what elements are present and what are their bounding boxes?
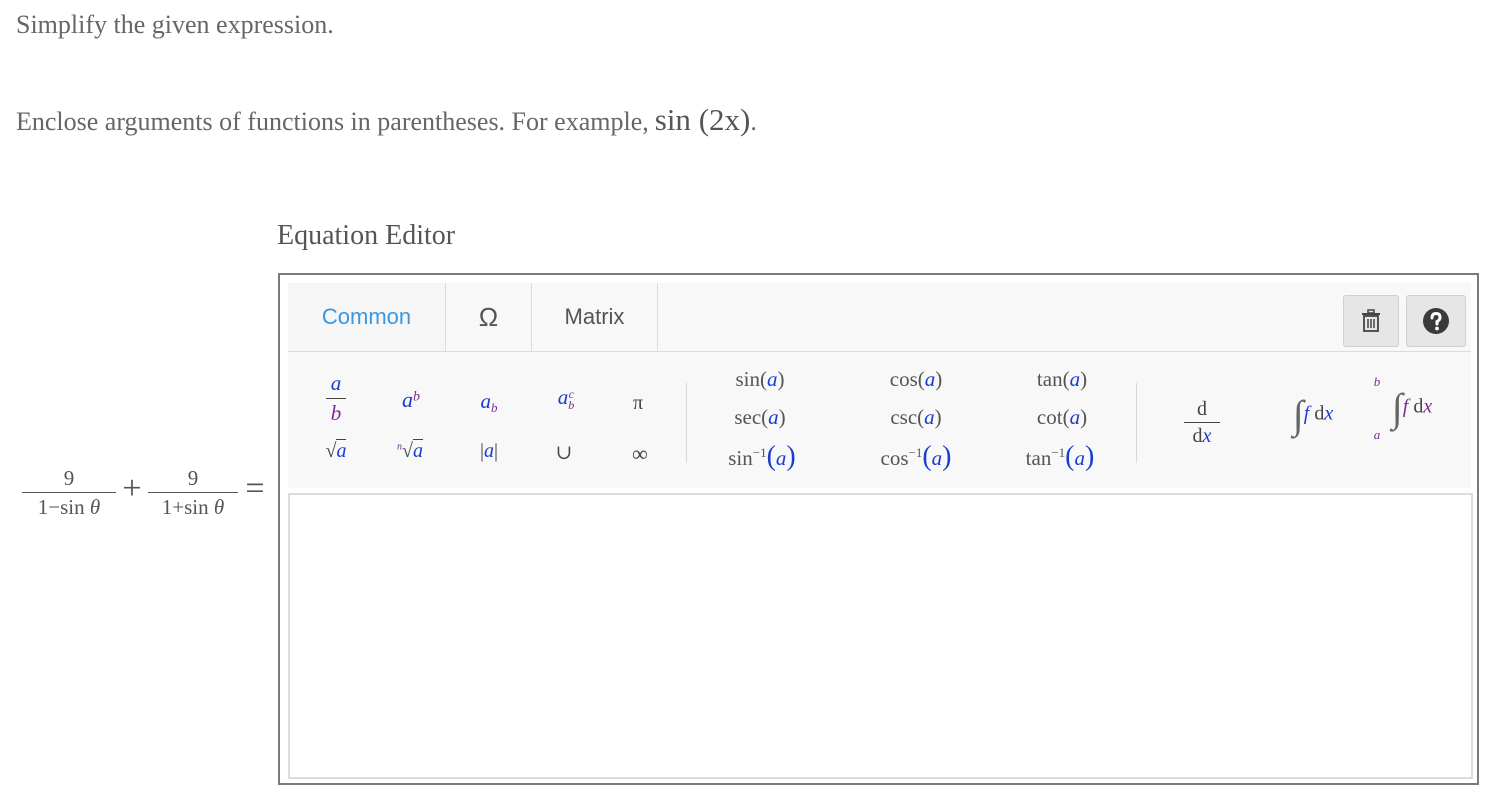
sec-button[interactable]: sec(a): [720, 407, 800, 428]
equation-editor-title: Equation Editor: [277, 220, 456, 251]
tan-button[interactable]: tan(a): [1022, 369, 1102, 390]
editor-tabs: Common Ω Matrix: [288, 283, 1471, 352]
help-icon: [1423, 308, 1449, 334]
example-math: sin (2x): [654, 102, 751, 137]
question-expression: 9 1−sin θ + 9 1+sin θ =: [22, 466, 268, 524]
pi-button[interactable]: π: [626, 393, 650, 413]
fraction-template-button[interactable]: a b: [324, 373, 348, 429]
fraction-first-numerator: 9: [63, 466, 75, 490]
toolbar-separator: [1136, 383, 1137, 463]
equation-editor-panel: Common Ω Matrix a b ab ab ac b π √a n√a …: [278, 273, 1479, 785]
tab-matrix[interactable]: Matrix: [532, 283, 658, 351]
plus-operator: +: [122, 470, 142, 507]
fraction-bar: [22, 492, 116, 493]
superscript-template-button[interactable]: ab: [394, 389, 428, 411]
fraction-second: 9 1+sin θ: [148, 466, 238, 519]
tab-greek-symbols[interactable]: Ω: [446, 283, 532, 351]
answer-input-area[interactable]: [288, 493, 1473, 779]
arctan-button[interactable]: tan−1(a): [1010, 443, 1110, 471]
arccos-button[interactable]: cos−1(a): [866, 443, 966, 471]
csc-button[interactable]: csc(a): [876, 407, 956, 428]
fraction-second-numerator: 9: [187, 466, 199, 490]
sqrt-template-button[interactable]: √a: [318, 439, 354, 462]
clear-button[interactable]: [1343, 295, 1399, 347]
union-button[interactable]: ∪: [552, 443, 576, 463]
subscript-template-button[interactable]: ab: [474, 391, 504, 415]
sin-button[interactable]: sin(a): [720, 369, 800, 390]
trash-icon: [1362, 309, 1380, 332]
arcsin-button[interactable]: sin−1(a): [712, 443, 812, 471]
absolute-value-button[interactable]: |a|: [472, 441, 506, 461]
nth-root-template-button[interactable]: n√a: [390, 439, 430, 462]
fraction-first-denominator: 1−sin θ: [37, 495, 101, 519]
instruction-simplify: Simplify the given expression.: [16, 10, 334, 39]
fraction-bar: [148, 492, 238, 493]
derivative-button[interactable]: d dx: [1184, 399, 1220, 446]
fraction-first: 9 1−sin θ: [22, 466, 116, 519]
equals-sign: =: [245, 470, 265, 507]
cos-button[interactable]: cos(a): [876, 369, 956, 390]
fraction-second-denominator: 1+sin θ: [161, 495, 225, 519]
definite-integral-button[interactable]: b ∫f dx a: [1362, 375, 1462, 441]
infinity-button[interactable]: ∞: [628, 443, 652, 465]
cot-button[interactable]: cot(a): [1022, 407, 1102, 428]
instruction-parentheses: Enclose arguments of functions in parent…: [16, 102, 757, 137]
toolbar-separator: [686, 383, 687, 463]
instruction-parentheses-text: Enclose arguments of functions in parent…: [16, 107, 649, 136]
sub-superscript-template-button[interactable]: ac b: [550, 387, 582, 412]
editor-toolbar: Common Ω Matrix a b ab ab ac b π √a n√a …: [288, 283, 1471, 488]
help-button[interactable]: [1406, 295, 1466, 347]
tab-common[interactable]: Common: [288, 283, 446, 351]
